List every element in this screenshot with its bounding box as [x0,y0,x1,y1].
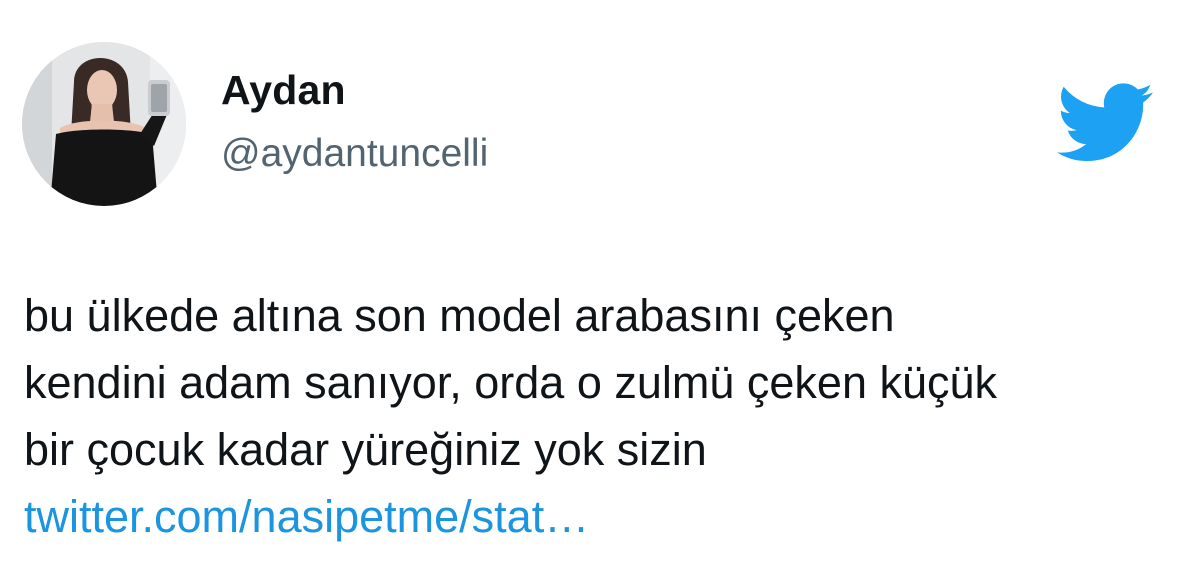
tweet-link[interactable]: twitter.com/nasipetme/stat… [24,483,1184,550]
avatar-photo [22,42,186,206]
user-handle[interactable]: @aydantuncelli [221,134,488,173]
display-name[interactable]: Aydan [221,70,346,111]
tweet-text-line: bir çocuk kadar yüreğiniz yok sizin [24,424,707,475]
tweet-text: bu ülkede altına son model arabasını çek… [24,282,1184,550]
twitter-bird-icon [1057,82,1153,164]
tweet-card: Aydan @aydantuncelli bu ülkede altına so… [0,0,1200,562]
twitter-bird-icon-graphic [1057,83,1153,162]
avatar[interactable] [22,42,186,206]
tweet-text-line: kendini adam sanıyor, orda o zulmü çeken… [24,357,998,408]
tweet-text-line: bu ülkede altına son model arabasını çek… [24,290,895,341]
